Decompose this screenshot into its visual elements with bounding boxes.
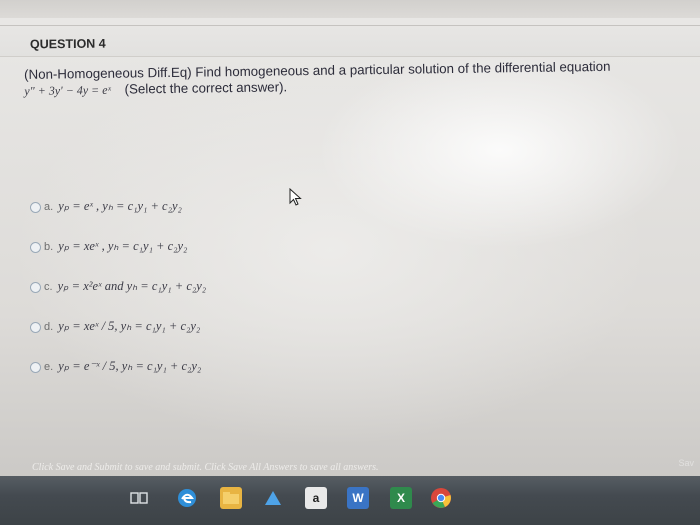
option-b[interactable]: b. yₚ = xeˣ , yₕ = c₁y₁ + c₂y₂ (30, 238, 187, 258)
file-explorer-icon[interactable] (220, 487, 242, 509)
chrome-icon[interactable] (430, 487, 452, 509)
question-title: QUESTION 4 (29, 36, 106, 52)
edge-icon[interactable] (176, 487, 198, 509)
word-icon[interactable]: W (347, 487, 369, 509)
option-c[interactable]: c. yₚ = x²eˣ and yₕ = c₁y₁ + c₂y₂ (30, 278, 206, 298)
amazon-icon[interactable]: a (305, 487, 327, 509)
option-math: yₚ = xeˣ / 5, yₕ = c₁y₁ + c₂y₂ (58, 319, 201, 333)
option-e[interactable]: e. yₚ = e⁻ˣ / 5, yₕ = c₁y₁ + c₂y₂ (30, 358, 201, 378)
option-d[interactable]: d. yₚ = xeˣ / 5, yₕ = c₁y₁ + c₂y₂ (30, 318, 200, 338)
top-border (0, 0, 700, 18)
radio-b[interactable] (30, 241, 41, 253)
save-all-button[interactable]: Sav (678, 458, 694, 468)
option-letter: a. (44, 201, 54, 213)
mouse-cursor-icon (289, 188, 302, 206)
option-math: yₚ = x²eˣ and yₕ = c₁y₁ + c₂y₂ (57, 279, 207, 293)
radio-e[interactable] (30, 361, 41, 373)
radio-d[interactable] (30, 321, 41, 333)
radio-a[interactable] (30, 201, 41, 213)
task-view-icon[interactable] (128, 487, 150, 509)
radio-c[interactable] (30, 281, 41, 293)
store-icon[interactable] (262, 487, 284, 509)
question-instruction: (Select the correct answer). (124, 79, 288, 97)
status-text: Click Save and Submit to save and submit… (32, 462, 379, 473)
option-letter: e. (44, 361, 54, 373)
option-letter: c. (44, 281, 53, 293)
option-letter: d. (44, 321, 54, 333)
option-a[interactable]: a. yₚ = eˣ , yₕ = c₁y₁ + c₂y₂ (30, 198, 182, 218)
option-math: yₚ = xeˣ , yₕ = c₁y₁ + c₂y₂ (58, 239, 188, 253)
excel-icon[interactable]: X (390, 487, 412, 509)
option-math: yₚ = eˣ , yₕ = c₁y₁ + c₂y₂ (58, 199, 182, 213)
option-letter: b. (44, 241, 54, 253)
option-math: yₚ = e⁻ˣ / 5, yₕ = c₁y₁ + c₂y₂ (58, 359, 202, 373)
question-equation: y" + 3y' − 4y = eˣ (24, 82, 112, 98)
